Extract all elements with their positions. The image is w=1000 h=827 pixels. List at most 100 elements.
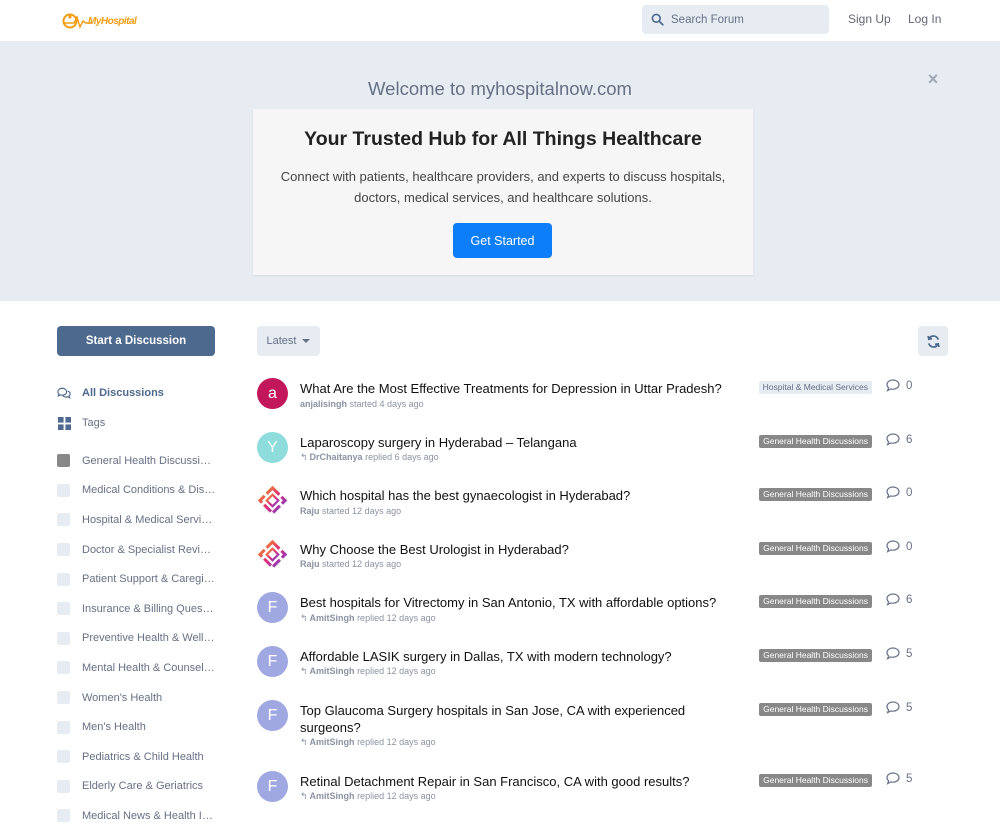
discussion-author[interactable]: anjalisingh (300, 399, 347, 409)
reply-count[interactable]: 5 (886, 772, 912, 785)
sidebar-tag-item[interactable]: Patient Support & Caregiv… (57, 564, 227, 594)
discussion-meta: anjalisingh started 4 days ago (300, 399, 424, 409)
discussion-action: replied 12 days ago (357, 666, 436, 676)
discussion-title[interactable]: Best hospitals for Vitrectomy in San Ant… (300, 594, 740, 611)
discussion-tag-badge[interactable]: General Health Discussions (759, 435, 872, 448)
tag-color-swatch (57, 750, 70, 764)
top-header: MyHospital Sign Up Log In (0, 0, 1000, 41)
discussion-action: started 12 days ago (322, 506, 402, 516)
discussion-action: replied 12 days ago (357, 791, 436, 801)
sidebar-tag-item[interactable]: Insurance & Billing Questi… (57, 594, 227, 624)
discussion-title[interactable]: Top Glaucoma Surgery hospitals in San Jo… (300, 702, 740, 736)
tag-color-swatch (57, 572, 70, 586)
reply-icon: ↰ (300, 666, 308, 676)
discussion-tag-badge[interactable]: General Health Discussions (759, 774, 872, 787)
sign-up-link[interactable]: Sign Up (848, 12, 891, 26)
comment-bubble-icon (886, 593, 900, 606)
discussion-tag-badge[interactable]: General Health Discussions (759, 542, 872, 555)
discussion-author[interactable]: Raju (300, 559, 320, 569)
tag-label: Women's Health (82, 691, 163, 704)
discussion-author[interactable]: AmitSingh (310, 613, 355, 623)
avatar[interactable]: F (257, 646, 288, 677)
sidebar-tag-item[interactable]: Preventive Health & Welln… (57, 624, 227, 654)
sidebar-tag-item[interactable]: Medical Conditions & Dis… (57, 476, 227, 506)
discussion-author[interactable]: AmitSingh (310, 791, 355, 801)
comment-bubble-icon (886, 379, 900, 392)
tag-label: Preventive Health & Welln… (82, 632, 216, 645)
discussion-item[interactable]: Which hospital has the best gynaecologis… (257, 478, 957, 528)
avatar[interactable]: Y (257, 432, 288, 463)
discussion-author[interactable]: AmitSingh (310, 737, 355, 747)
reply-count[interactable]: 0 (886, 540, 912, 553)
discussion-title[interactable]: What Are the Most Effective Treatments f… (300, 380, 740, 397)
reply-count-value: 6 (906, 433, 913, 446)
start-discussion-button[interactable]: Start a Discussion (57, 326, 215, 356)
discussion-title[interactable]: Affordable LASIK surgery in Dallas, TX w… (300, 648, 740, 665)
discussion-title[interactable]: Laparoscopy surgery in Hyderabad – Telan… (300, 434, 740, 451)
get-started-button[interactable]: Get Started (453, 223, 552, 258)
reply-icon: ↰ (300, 791, 308, 801)
sidebar-tag-item[interactable]: Women's Health (57, 683, 227, 713)
discussion-item[interactable]: Why Choose the Best Urologist in Hyderab… (257, 532, 957, 582)
discussion-item[interactable]: F Affordable LASIK surgery in Dallas, TX … (257, 639, 957, 689)
sidebar-tag-item[interactable]: General Health Discussions (57, 446, 227, 476)
discussion-item[interactable]: F Top Glaucoma Surgery hospitals in San J… (257, 693, 957, 747)
discussion-item[interactable]: Y Laparoscopy surgery in Hyderabad – Tela… (257, 425, 957, 475)
discussion-item[interactable]: F Best hospitals for Vitrectomy in San An… (257, 585, 957, 635)
reply-count[interactable]: 6 (886, 433, 912, 446)
discussion-title[interactable]: Retinal Detachment Repair in San Francis… (300, 773, 740, 790)
reply-count[interactable]: 5 (886, 647, 912, 660)
discussion-tag-badge[interactable]: General Health Discussions (759, 595, 872, 608)
avatar[interactable]: F (257, 592, 288, 623)
discussion-author[interactable]: DrChaitanya (310, 452, 363, 462)
sidebar-tag-item[interactable]: Doctor & Specialist Reviews (57, 535, 227, 565)
tag-label: Insurance & Billing Questi… (82, 602, 216, 615)
avatar[interactable] (257, 485, 288, 516)
avatar[interactable]: F (257, 771, 288, 802)
sidebar-tag-item[interactable]: Medical News & Health In… (57, 801, 227, 827)
hero-heading: Your Trusted Hub for All Things Healthca… (304, 128, 702, 150)
site-logo[interactable]: MyHospital (62, 11, 137, 31)
discussion-item[interactable]: F Retinal Detachment Repair in San Franci… (257, 764, 957, 814)
log-in-link[interactable]: Log In (908, 12, 941, 26)
discussion-title[interactable]: Why Choose the Best Urologist in Hyderab… (300, 541, 740, 558)
discussion-author[interactable]: AmitSingh (310, 666, 355, 676)
discussion-item[interactable]: a What Are the Most Effective Treatments … (257, 371, 957, 421)
discussion-action: replied 12 days ago (357, 737, 436, 747)
comment-bubble-icon (886, 701, 900, 714)
search-box[interactable] (642, 5, 829, 34)
sidebar-tag-item[interactable]: Hospital & Medical Services (57, 505, 227, 535)
avatar[interactable]: a (257, 378, 288, 409)
sidebar-tag-item[interactable]: Pediatrics & Child Health (57, 742, 227, 772)
discussion-tag-badge[interactable]: Hospital & Medical Services (758, 381, 872, 394)
reply-count[interactable]: 0 (886, 379, 912, 392)
discussion-author[interactable]: Raju (300, 506, 320, 516)
sort-dropdown[interactable]: Latest (257, 326, 320, 356)
tag-label: Patient Support & Caregiv… (82, 573, 216, 586)
reply-icon: ↰ (300, 737, 308, 747)
sidebar-nav: All Discussions Tags (57, 378, 227, 438)
tag-label: General Health Discussions (82, 454, 216, 467)
discussion-title[interactable]: Which hospital has the best gynaecologis… (300, 487, 740, 504)
tag-label: Elderly Care & Geriatrics (82, 780, 204, 793)
reply-count[interactable]: 6 (886, 593, 912, 606)
discussion-tag-badge[interactable]: General Health Discussions (759, 703, 872, 716)
discussion-meta: ↰ AmitSingh replied 12 days ago (300, 613, 436, 624)
refresh-button[interactable] (918, 326, 948, 356)
avatar[interactable] (257, 539, 288, 570)
hero-close-icon[interactable]: × (925, 70, 941, 88)
reply-count[interactable]: 0 (886, 486, 912, 499)
discussion-meta: ↰ AmitSingh replied 12 days ago (300, 737, 436, 748)
avatar[interactable]: F (257, 700, 288, 731)
sidebar-item-all-discussions[interactable]: All Discussions (57, 378, 227, 408)
sidebar-tag-item[interactable]: Elderly Care & Geriatrics (57, 772, 227, 802)
sidebar-tag-item[interactable]: Mental Health & Counseli… (57, 653, 227, 683)
sidebar-tag-item[interactable]: Men's Health (57, 712, 227, 742)
reply-count[interactable]: 5 (886, 701, 912, 714)
discussion-tag-badge[interactable]: General Health Discussions (759, 488, 872, 501)
refresh-icon (926, 334, 940, 348)
search-input[interactable] (671, 13, 821, 26)
tag-color-swatch (57, 631, 70, 645)
sidebar-item-tags[interactable]: Tags (57, 408, 227, 438)
discussion-tag-badge[interactable]: General Health Discussions (759, 649, 872, 662)
